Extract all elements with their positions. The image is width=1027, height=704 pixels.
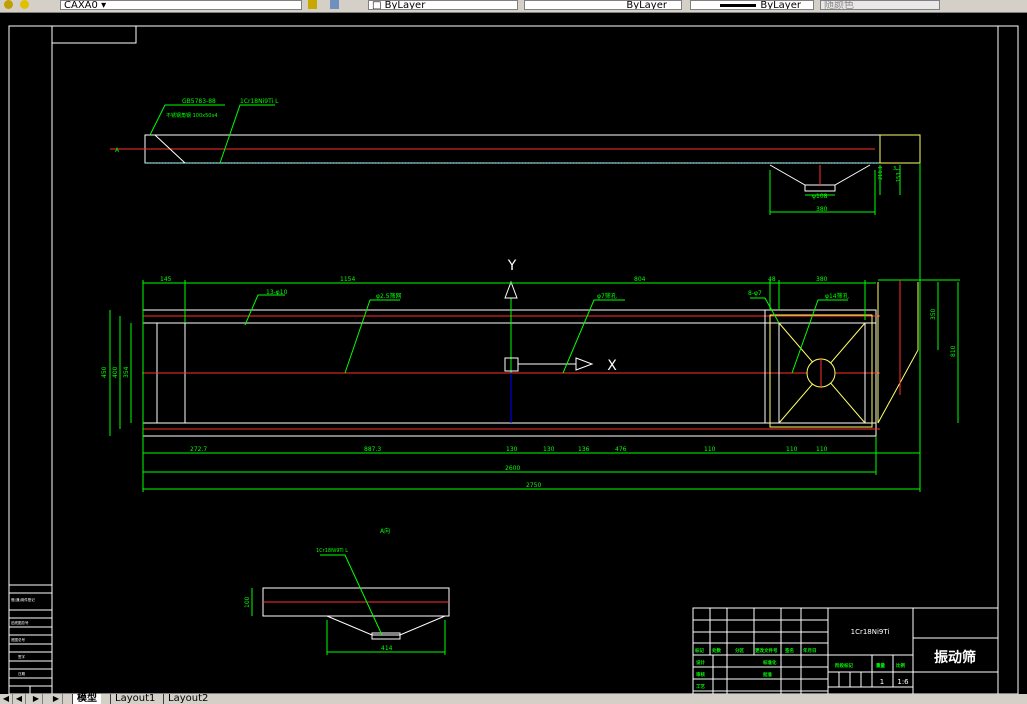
dim-label: 136: [578, 446, 590, 453]
tb-header: 签名: [784, 647, 794, 654]
layer-on-icon[interactable]: [4, 0, 13, 9]
dim-label: 450: [101, 366, 108, 378]
ucs-x-label: X: [607, 358, 617, 374]
side-block-label: 日期: [18, 671, 25, 676]
dim-label: 153.1: [896, 168, 902, 182]
leader-label: φ2.5筛网: [376, 292, 402, 300]
color-value: ByLayer: [384, 0, 426, 10]
tb-header: 年月日: [803, 647, 817, 654]
linetype-dropdown[interactable]: ByLayer: [524, 0, 682, 10]
side-block-label: 旧底图总号: [11, 620, 29, 625]
leader-label: φ7筛孔: [597, 292, 617, 300]
dim-label: 110: [786, 446, 798, 453]
dim-label: 350: [930, 308, 937, 320]
make-current-layer-icon[interactable]: [308, 0, 317, 9]
dim-label: 272.7: [190, 446, 207, 453]
code-box: [51, 25, 137, 44]
leader-label: GB5783-88: [182, 98, 216, 105]
dim-label: 400: [112, 366, 119, 378]
layer-dropdown[interactable]: CAXA0 ▾: [60, 0, 302, 10]
tb-weight-label: 重量: [876, 662, 885, 669]
tb-row-label: 审核: [696, 671, 705, 678]
next-tab-button[interactable]: ▶: [30, 694, 43, 704]
tb-mid-label: 标准化: [762, 659, 777, 666]
leader-label: 1Cr18Ni9Ti L: [240, 98, 279, 105]
properties-toolbar: CAXA0 ▾ □ ByLayer ByLayer ByLayer 随颜色: [0, 0, 1027, 13]
section-marker-a: A: [115, 147, 120, 154]
part-name: 振动筛: [934, 649, 976, 666]
dim-label: 1154: [340, 276, 355, 283]
dim-label: 211.1: [878, 166, 884, 180]
dim-label: 110: [704, 446, 716, 453]
dim-label: 110: [816, 446, 828, 453]
top-view: [110, 104, 921, 215]
side-block-label: 签字: [18, 654, 25, 659]
leader-label: 1Cr18Ni9Ti L: [316, 548, 348, 554]
dim-label: 887.3: [364, 446, 381, 453]
plotstyle-value: 随颜色: [824, 0, 854, 10]
tb-row-label: 工艺: [696, 683, 705, 690]
drawing-frame: [51, 25, 999, 694]
linetype-value: ByLayer: [626, 0, 667, 10]
leader-label: 8-φ7: [748, 290, 762, 297]
dim-label: 100: [244, 596, 251, 608]
first-tab-button[interactable]: ◀: [0, 694, 13, 704]
leader-label: φ14筛孔: [825, 292, 849, 300]
leader-label: 不锈钢角钢 100x50x4: [166, 112, 218, 119]
prev-tab-button[interactable]: ◀: [13, 694, 26, 704]
dim-label: 145: [160, 276, 172, 283]
dim-label: 380: [816, 276, 828, 283]
tb-header: 处数: [711, 647, 721, 654]
tb-mid-label: 批准: [763, 671, 772, 678]
lineweight-dropdown[interactable]: ByLayer: [690, 0, 814, 10]
tab-model[interactable]: 模型: [72, 694, 101, 704]
dim-label: 2600: [505, 465, 520, 472]
ucs-y-label: Y: [507, 258, 517, 274]
dim-label: 380: [816, 206, 828, 213]
dim-label: 3: [893, 166, 896, 172]
tb-row-label: 设计: [696, 659, 705, 666]
dim-label: 130: [543, 446, 555, 453]
dim-label: 804: [634, 276, 646, 283]
lineweight-value: ByLayer: [760, 0, 801, 10]
tab-layout1[interactable]: Layout1: [110, 694, 159, 704]
leader-label: 13-φ10: [266, 289, 288, 296]
dim-label: 48: [768, 276, 776, 283]
tb-header: 分区: [735, 647, 744, 654]
section-view: [251, 554, 450, 655]
scale-value: 1:6: [897, 678, 909, 686]
color-dropdown[interactable]: □ ByLayer: [368, 0, 518, 10]
tab-layout2[interactable]: Layout2: [163, 694, 212, 704]
dim-label: 354: [123, 366, 130, 378]
layer-name: CAXA0: [64, 0, 98, 10]
lineweight-swatch: [720, 3, 757, 7]
layer-previous-icon[interactable]: [330, 0, 339, 9]
tb-stage-label: 阶段标记: [835, 662, 853, 669]
dim-label: 2750: [526, 482, 541, 489]
dim-label: φ108: [812, 193, 828, 200]
layer-freeze-icon[interactable]: [20, 0, 29, 9]
dim-label: 476: [615, 446, 627, 453]
drawing-canvas[interactable]: A GB5783-88 不锈钢角钢 100x50x4 1Cr18Ni9Ti L …: [0, 13, 1027, 694]
dim-label: 414: [381, 645, 393, 652]
tb-scale-label: 比例: [896, 662, 905, 669]
side-block-label: 借(通)用件登记: [11, 597, 35, 602]
last-tab-button[interactable]: ▶: [50, 694, 63, 704]
sheet-border: [8, 25, 1019, 694]
view-title: A向: [380, 527, 390, 535]
dim-label: 130: [506, 446, 518, 453]
layout-tabs-bar: ◀ ◀ ▶ ▶ 模型 Layout1 Layout2: [0, 694, 1027, 704]
dim-label: 810: [950, 345, 957, 357]
weight-value: 1: [880, 678, 884, 686]
side-block-label: 底图总号: [11, 637, 25, 642]
plotstyle-dropdown[interactable]: 随颜色: [820, 0, 940, 10]
material-label: 1Cr18Ni9Ti: [851, 628, 890, 636]
tb-header: 更改文件号: [755, 647, 778, 654]
tb-header: 标记: [694, 647, 704, 654]
